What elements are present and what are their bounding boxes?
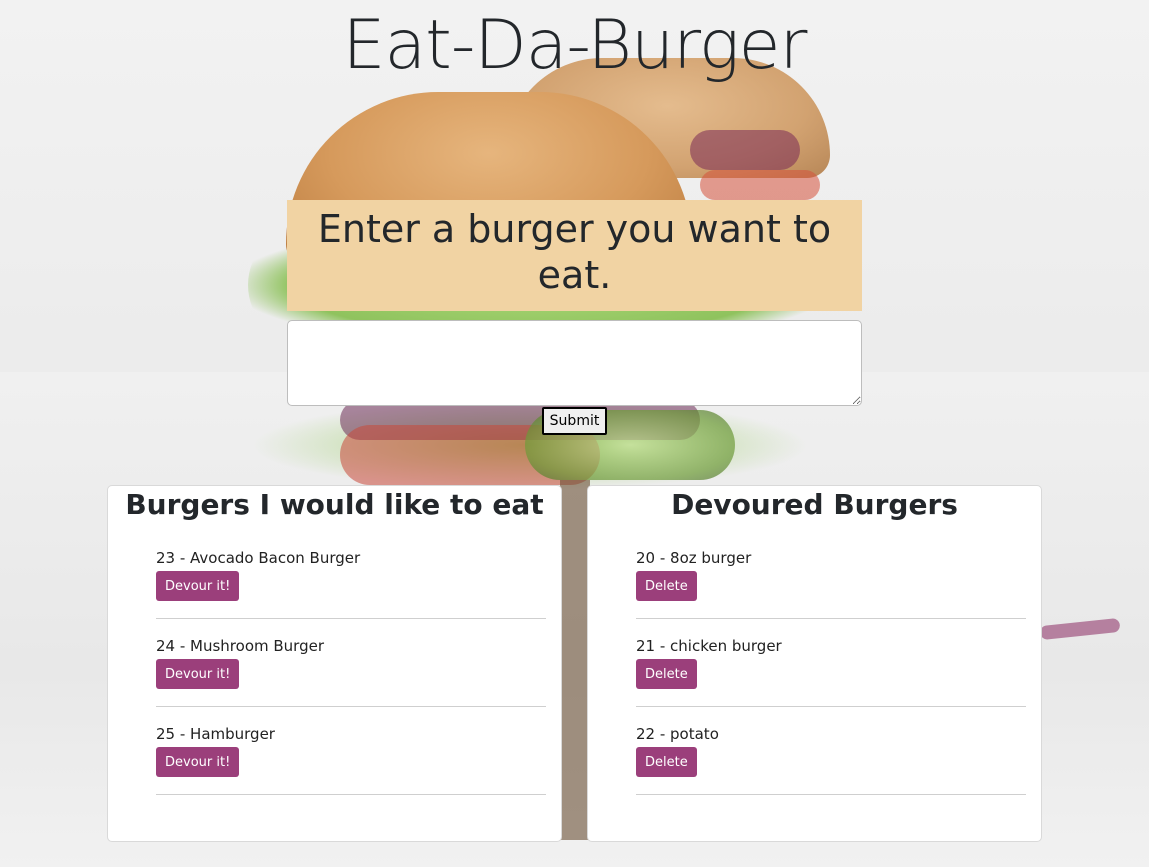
- uneaten-burgers-card: Burgers I would like to eat 23 - Avocado…: [107, 485, 562, 842]
- devoured-burgers-heading: Devoured Burgers: [671, 488, 958, 521]
- burger-prompt: Enter a burger you want to eat.: [287, 200, 862, 311]
- burger-name-input[interactable]: [287, 320, 862, 406]
- list-item: 22 - potato Delete: [636, 707, 1026, 795]
- background-onion: [690, 130, 800, 170]
- burger-name: 23 - Avocado Bacon Burger: [156, 549, 361, 567]
- devour-button[interactable]: Devour it!: [156, 659, 240, 689]
- background-patty: [560, 480, 590, 840]
- burger-name: 24 - Mushroom Burger: [156, 637, 324, 655]
- burger-name: 20 - 8oz burger: [636, 549, 752, 567]
- devoured-burgers-card: Devoured Burgers 20 - 8oz burger Delete …: [587, 485, 1042, 842]
- list-item: 24 - Mushroom Burger Devour it!: [156, 619, 546, 707]
- delete-button[interactable]: Delete: [636, 571, 697, 601]
- burger-name: 25 - Hamburger: [156, 725, 275, 743]
- devour-button[interactable]: Devour it!: [156, 571, 240, 601]
- submit-button[interactable]: Submit: [542, 407, 607, 435]
- burger-name: 22 - potato: [636, 725, 719, 743]
- delete-button[interactable]: Delete: [636, 747, 697, 777]
- list-item: 21 - chicken burger Delete: [636, 619, 1026, 707]
- list-item: 23 - Avocado Bacon Burger Devour it!: [156, 531, 546, 619]
- burger-name: 21 - chicken burger: [636, 637, 782, 655]
- list-item: 20 - 8oz burger Delete: [636, 531, 1026, 619]
- uneaten-burgers-heading: Burgers I would like to eat: [125, 488, 544, 521]
- delete-button[interactable]: Delete: [636, 659, 697, 689]
- page-title: Eat-Da-Burger: [342, 6, 808, 85]
- list-item: 25 - Hamburger Devour it!: [156, 707, 546, 795]
- devour-button[interactable]: Devour it!: [156, 747, 240, 777]
- background-tomato: [700, 170, 820, 200]
